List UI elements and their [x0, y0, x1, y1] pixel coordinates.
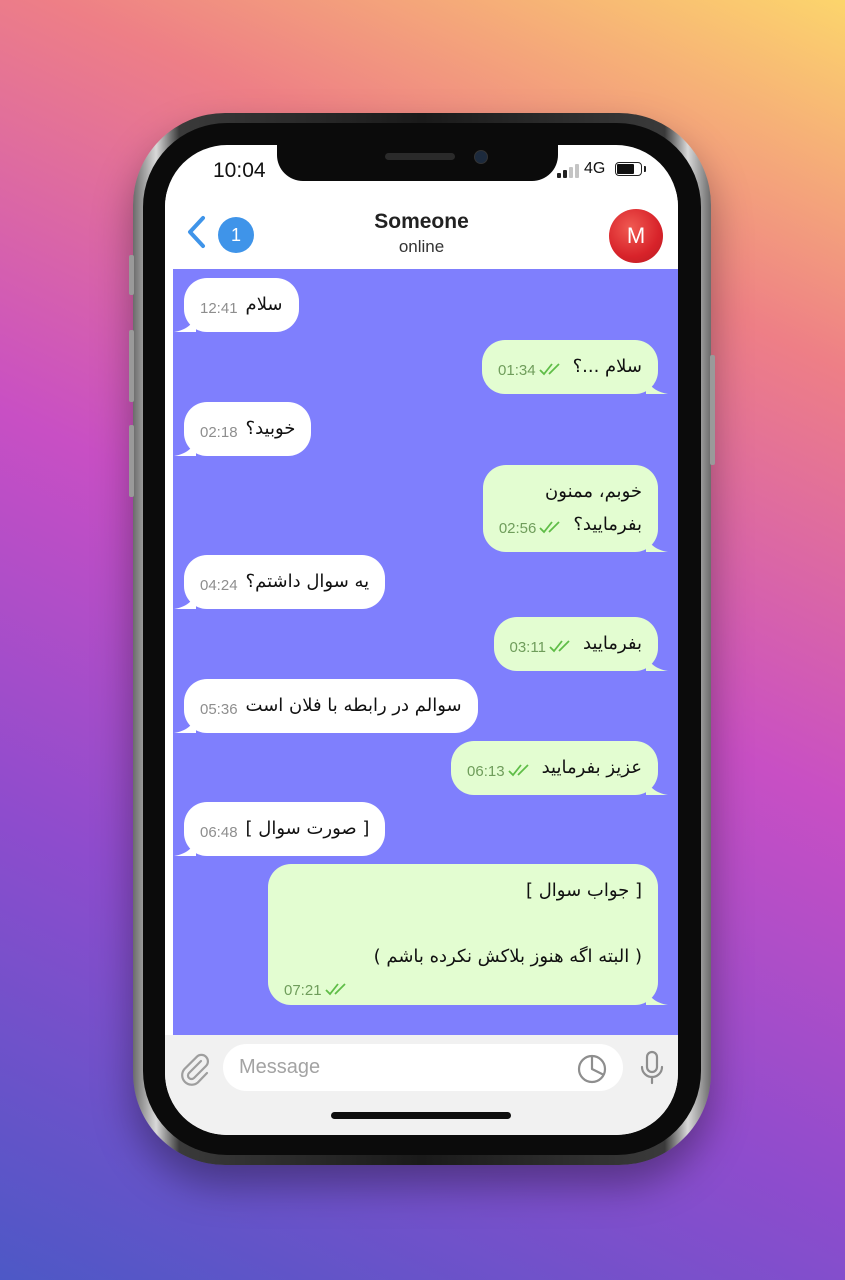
- message-bubble-incoming[interactable]: سلام 12:41: [174, 278, 299, 332]
- message-bubble-incoming[interactable]: [ صورت سوال ] 06:48: [174, 802, 386, 856]
- chat-title[interactable]: Someone: [165, 210, 678, 234]
- message-input[interactable]: [223, 1044, 623, 1091]
- message-bubble-outgoing[interactable]: بفرمایید 03:11: [493, 617, 668, 671]
- double-check-icon: [324, 983, 346, 996]
- message-time: 02:56: [498, 520, 537, 537]
- message-time: 04:24: [200, 577, 238, 594]
- double-check-icon: [539, 521, 561, 534]
- message-text: عزیز بفرمایید: [541, 757, 642, 778]
- message-time: 06:13: [467, 763, 505, 780]
- chat-status: online: [398, 237, 445, 256]
- message-time: 06:48: [200, 824, 238, 841]
- message-bubble-incoming[interactable]: خوبید؟ 02:18: [174, 402, 312, 456]
- speaker-grille: [385, 153, 455, 160]
- message-bubble-outgoing[interactable]: سلام ...؟ 01:34: [482, 340, 668, 394]
- double-check-icon: [549, 640, 570, 653]
- avatar[interactable]: M: [609, 209, 663, 263]
- home-indicator[interactable]: [331, 1112, 511, 1119]
- message-text: سوالم در رابطه با فلان است: [245, 695, 462, 716]
- status-time: 10:04: [213, 159, 266, 182]
- message-bubble-outgoing[interactable]: عزیز بفرمایید 06:13: [451, 741, 668, 795]
- message-time: 12:41: [200, 300, 238, 317]
- mute-switch: [129, 255, 134, 295]
- message-bubble-incoming[interactable]: یه سوال داشتم؟ 04:24: [174, 555, 386, 609]
- message-composer: [165, 1035, 678, 1135]
- phone-screen: 10:04 4G 1 Someone online M سلام 12:41 سل…: [165, 145, 678, 1135]
- message-text: یه سوال داشتم؟: [245, 571, 370, 592]
- message-time: 01:34: [498, 362, 536, 379]
- notch: [277, 145, 558, 181]
- message-text: [ صورت سوال ]: [245, 818, 370, 839]
- message-time: 07:21: [284, 982, 322, 999]
- message-text: [ جواب سوال ] ( البته اگه هنوز بلاکش نکر…: [373, 880, 642, 967]
- message-text: خوبید؟: [245, 418, 296, 439]
- attach-icon[interactable]: [179, 1052, 211, 1086]
- power-button: [710, 355, 715, 465]
- message-text: بفرمایید: [582, 633, 642, 654]
- chat-message-list[interactable]: سلام 12:41 سلام ...؟ 01:34 خوبید؟ 02:18 خوب…: [173, 269, 678, 1035]
- volume-down-button: [129, 425, 134, 497]
- message-text: سلام ...؟: [572, 356, 642, 377]
- double-check-icon: [507, 764, 529, 777]
- microphone-icon[interactable]: [638, 1050, 666, 1086]
- front-camera: [474, 150, 488, 164]
- chat-header: 1 Someone online M: [165, 191, 678, 269]
- sticker-icon[interactable]: [576, 1053, 608, 1085]
- message-bubble-outgoing[interactable]: خوبم، ممنون بفرمایید؟02:56: [482, 465, 668, 552]
- message-text: سلام: [245, 294, 283, 315]
- double-check-icon: [538, 363, 560, 376]
- volume-up-button: [129, 330, 134, 402]
- battery-icon: [615, 162, 646, 176]
- message-bubble-outgoing[interactable]: [ جواب سوال ] ( البته اگه هنوز بلاکش نکر…: [268, 864, 668, 1005]
- signal-icon: [557, 164, 579, 178]
- message-time: 05:36: [200, 701, 238, 718]
- message-time: 02:18: [200, 424, 238, 441]
- message-time: 03:11: [509, 639, 546, 656]
- network-type: 4G: [584, 160, 606, 177]
- message-bubble-incoming[interactable]: سوالم در رابطه با فلان است 05:36: [174, 679, 478, 733]
